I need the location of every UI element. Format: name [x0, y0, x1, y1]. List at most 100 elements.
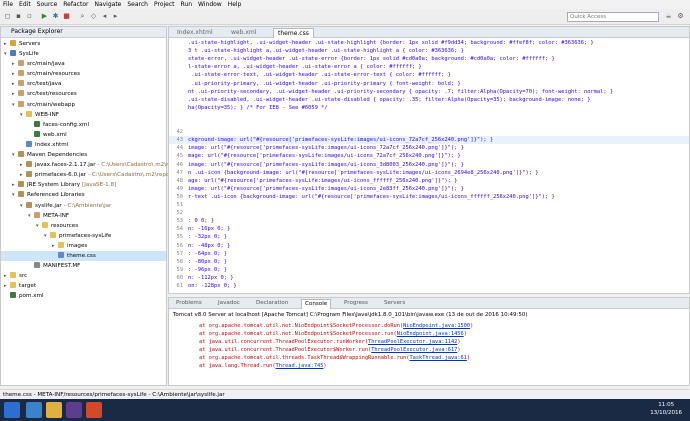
code-text: ha(Opacity=35); } /* For IE8 - See #6059… — [188, 104, 328, 111]
tree-item[interactable]: MANIFEST.MF — [1, 261, 166, 271]
tree-node-icon — [26, 171, 32, 178]
code-text: : -80px 0; } — [188, 258, 227, 265]
menu-project[interactable]: Project — [151, 0, 178, 9]
tree-item[interactable]: ▾ META-INF — [1, 211, 166, 221]
stack-source-link[interactable]: TaskThread.java:61 — [409, 355, 466, 361]
tree-item[interactable]: theme.css — [1, 250, 166, 262]
ie-icon[interactable] — [26, 402, 42, 418]
tree-item[interactable]: ▸ primefaces-6.0.jar - C:\Users\Cadastro\.… — [1, 170, 169, 180]
tree-item[interactable]: ▾ WEB-INF — [1, 110, 166, 120]
tree-item[interactable]: ▾ Referenced Libraries — [1, 190, 166, 200]
tree-item[interactable]: ▸ src/main/java — [1, 59, 166, 69]
quick-access-input[interactable]: Quick Access — [567, 12, 659, 22]
tree-item-location: [JavaSE-1.8] — [82, 182, 117, 189]
save-icon[interactable]: ▪ — [14, 12, 23, 21]
stack-source-link[interactable]: NioEndpoint.java:1500 — [403, 323, 470, 329]
menu-source[interactable]: Source — [34, 0, 61, 9]
tree-item[interactable]: faces-config.xml — [1, 120, 166, 130]
code-line: 44 image: url("#{resource['primefaces-sys… — [169, 144, 689, 152]
tree-item[interactable]: web.xml — [1, 130, 166, 140]
start-icon[interactable] — [4, 402, 20, 418]
tree-node-icon — [10, 272, 16, 279]
stack-frame-text: at java.lang.Thread.run( — [199, 363, 276, 369]
tree-item[interactable]: ▾ primefaces-sysLife — [1, 231, 166, 241]
menu-refactor[interactable]: Refactor — [60, 0, 91, 9]
back-icon[interactable]: ◂ — [100, 12, 109, 21]
tree-node-icon — [10, 292, 16, 299]
app-icon[interactable] — [86, 402, 102, 418]
tree-item[interactable]: Index.xhtml — [1, 140, 166, 150]
tab-problems[interactable]: Problems — [173, 299, 205, 309]
forward-icon[interactable]: ▸ — [111, 12, 120, 21]
run-icon[interactable]: ▶ — [40, 12, 49, 21]
menu-help[interactable]: Help — [225, 0, 245, 9]
open-type-icon[interactable]: ◇ — [89, 12, 98, 21]
tab-servers[interactable]: Servers — [381, 299, 408, 309]
tree-node-icon — [34, 262, 40, 269]
stack-source-link[interactable]: ThreadPoolExecutor.java:1142 — [368, 339, 457, 345]
tab-declaration[interactable]: Declaration — [253, 299, 291, 309]
perspective-java-icon[interactable]: ☕ — [664, 12, 673, 21]
tree-item[interactable]: ▸ src/test/resources — [1, 89, 166, 99]
tab-progress[interactable]: Progress — [341, 299, 371, 309]
code-text: r-text .ui-icon {background-image: url("… — [188, 193, 555, 200]
tree-item[interactable]: ▸ images — [1, 241, 166, 251]
tree-item-label: images — [67, 242, 88, 249]
new-file-icon[interactable]: ◻ — [3, 12, 12, 21]
code-line: .ui-priority-primary, .ui-widget-header … — [169, 80, 689, 88]
stack-source-link[interactable]: NioEndpoint.java:1456 — [397, 331, 464, 337]
tree-item-label: META-INF — [43, 212, 70, 219]
tree-item[interactable]: ▸ src — [1, 271, 166, 281]
line-number: 57 — [176, 250, 184, 257]
code-text: n: -112px 0; } — [188, 274, 234, 281]
tree-item-label: Servers — [19, 41, 41, 47]
tree-item[interactable]: ▸ JRE System Library [JavaSE-1.8] — [1, 180, 166, 190]
bottom-panel: Problems Javadoc Declaration Console Pro… — [168, 297, 690, 386]
debug-icon[interactable]: ✱ — [51, 12, 60, 21]
code-line: ha(Opacity=35); } /* For IE8 - See #6059… — [169, 104, 689, 112]
code-text: : -64px 0; } — [188, 250, 227, 257]
tree-item[interactable]: ▸ src/test/java — [1, 79, 166, 89]
explorer-icon[interactable] — [46, 402, 62, 418]
save-all-icon[interactable]: ▫ — [25, 12, 34, 21]
tree-item[interactable]: ▾ resources — [1, 221, 166, 231]
tree-node-icon — [18, 70, 24, 77]
tree-item-label: JRE System Library — [27, 182, 81, 189]
tree-item[interactable]: ▸ target — [1, 281, 166, 291]
menu-edit[interactable]: Edit — [16, 0, 34, 9]
tree-item[interactable]: ▾ SysLife — [1, 49, 166, 59]
system-clock: 11:05 13/10/2016 — [650, 401, 682, 417]
tree-item[interactable]: pom.xml — [1, 291, 166, 301]
perspective-debug-icon[interactable]: ⚙ — [676, 12, 685, 21]
tree-item[interactable]: ▾ Maven Dependencies — [1, 150, 166, 160]
code-line: 60 n: -112px 0; } — [169, 274, 689, 282]
tree-item[interactable]: ▾ src/main/webapp — [1, 100, 166, 110]
tree-item[interactable]: ▸ Servers — [1, 39, 166, 49]
menu-file[interactable]: File — [0, 0, 16, 9]
stack-trace-line: at java.lang.Thread.run(Thread.java:745) — [199, 362, 327, 370]
menu-search[interactable]: Search — [124, 0, 151, 9]
eclipse-icon[interactable] — [66, 402, 82, 418]
tab-theme-css[interactable]: theme.css — [273, 28, 314, 38]
stack-source-link[interactable]: ThreadPoolExecutor.java:617 — [371, 347, 457, 353]
tree-item[interactable]: ▸ src/main/resources — [1, 69, 166, 79]
tab-web-xml[interactable]: web.xml — [227, 28, 260, 38]
tree-item[interactable]: ▸ javax.faces-2.1.17.jar - C:\Users\Cadast… — [1, 160, 172, 170]
tree-node-icon — [26, 140, 32, 147]
stack-frame-text: at org.apache.tomcat.util.net.NioEndpoin… — [199, 331, 397, 337]
tree-item[interactable]: ▾ syslife.jar - C:\Ambiente\jar — [1, 201, 166, 211]
stop-icon[interactable]: ■ — [62, 12, 71, 21]
tab-index-xhtml[interactable]: Index.xhtml — [173, 28, 217, 38]
code-text: .ui-state-error-text, .ui-widget-header … — [188, 72, 451, 79]
tab-javadoc[interactable]: Javadoc — [215, 299, 243, 309]
stack-source-link[interactable]: Thread.java:745 — [276, 363, 324, 369]
tree-item-label: Maven Dependencies — [27, 152, 88, 159]
menu-navigate[interactable]: Navigate — [91, 0, 124, 9]
menu-run[interactable]: Run — [178, 0, 196, 9]
code-editor[interactable]: .ui-state-highlight, .ui-widget-header .… — [169, 39, 689, 293]
menu-window[interactable]: Window — [195, 0, 225, 9]
stack-trace-line: at org.apache.tomcat.util.threads.TaskTh… — [199, 354, 470, 362]
search-icon[interactable]: ⌕ — [78, 12, 87, 21]
tab-console[interactable]: Console — [301, 299, 332, 309]
